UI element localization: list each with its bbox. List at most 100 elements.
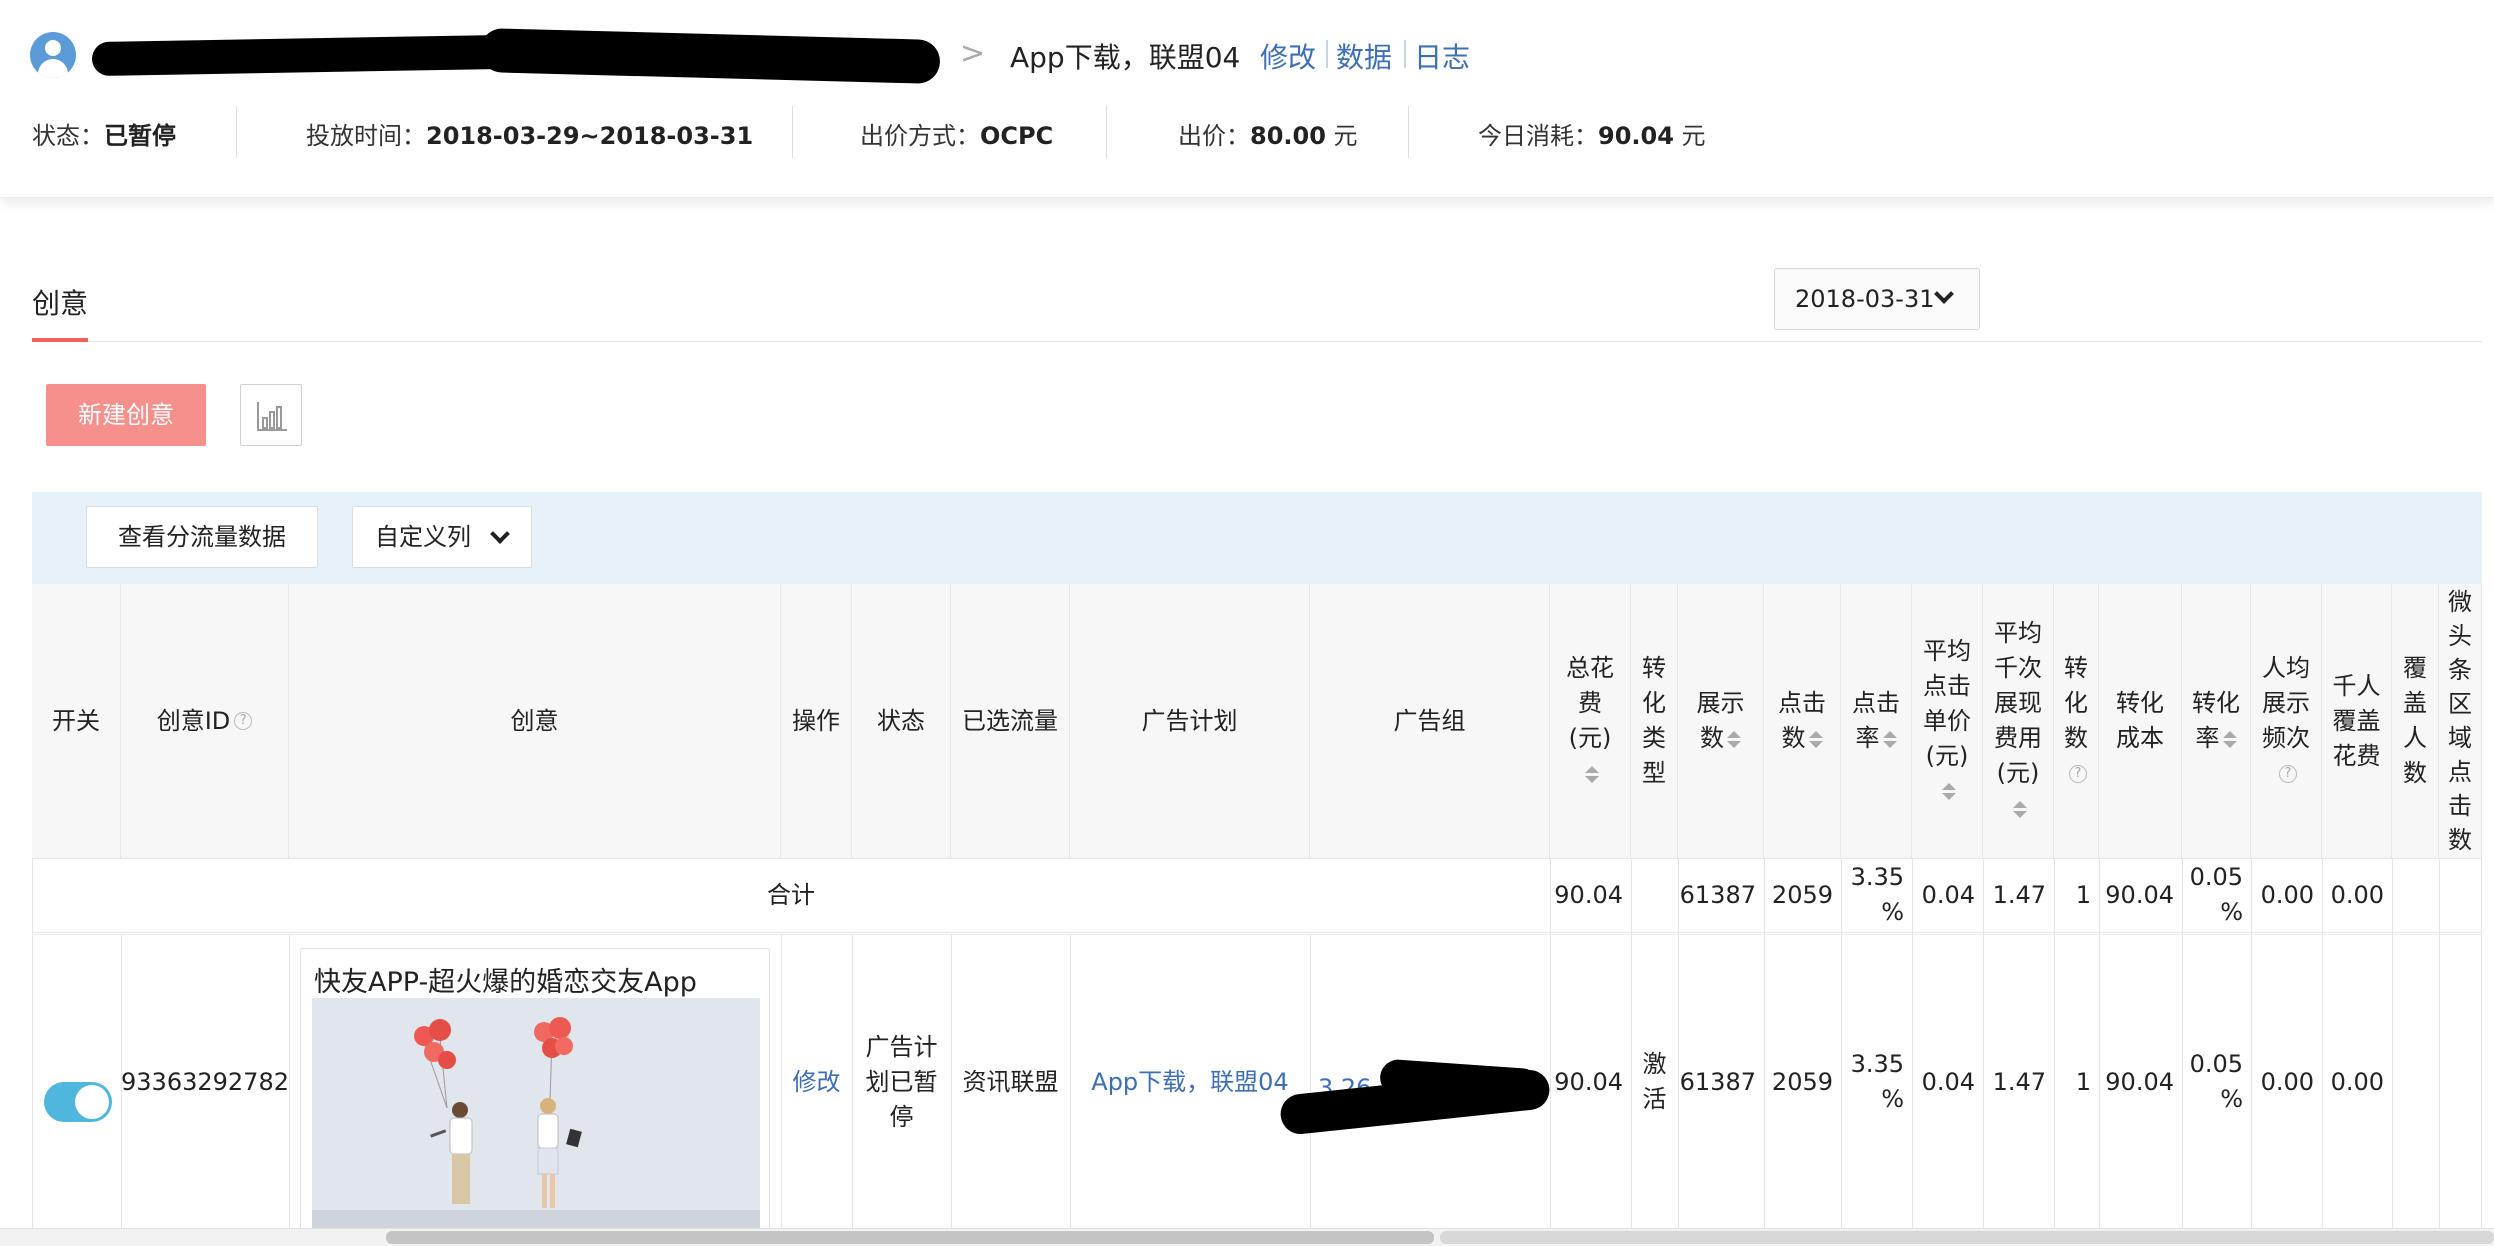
creative-image-art [312,998,760,1228]
col-plan: 广告计划 [1070,584,1310,858]
tab-creative[interactable]: 创意 [32,282,88,322]
bid-info: 出价：80.00 元 [1178,122,1358,150]
breadcrumb-separator: > [960,36,986,71]
sort-icon[interactable] [1941,783,1956,800]
sort-icon[interactable] [2222,730,2237,748]
creative-switch-toggle[interactable] [44,1082,112,1122]
selected-traffic: 资讯联盟 [962,1067,1059,1096]
sort-icon[interactable] [2012,800,2027,818]
col-clicks[interactable]: 点击数 [1764,584,1841,858]
data-link[interactable]: 数据 [1336,36,1392,76]
bid-mode-info: 出价方式：OCPC [860,122,1054,150]
row-ctr: 3.35% [1850,1050,1904,1113]
col-operation: 操作 [781,584,852,858]
total-impressions: 61387 [1679,880,1756,909]
chart-button[interactable] [240,384,302,446]
today-cost-info: 今日消耗：90.04 元 [1478,122,1706,150]
total-cost: 90.04 [1554,880,1623,909]
bar-chart-icon [257,402,287,431]
col-avg-cpc[interactable]: 平均 点击 单价 (元) [1912,584,1983,858]
col-status: 状态 [852,584,951,858]
user-avatar-icon[interactable] [30,32,76,78]
col-reach: 覆盖人数 [2392,584,2439,858]
row-impressions: 61387 [1679,1067,1756,1096]
col-cost-per-thousand-reach: 千人 覆盖 花费 [2322,584,2392,858]
chevron-down-icon [490,524,510,544]
help-icon[interactable]: ? [2069,765,2087,783]
col-divider [1310,934,1311,1230]
link-divider [1326,40,1328,68]
date-picker[interactable]: 2018-03-31 [1774,268,1980,330]
row-cost: 90.04 [1554,1067,1623,1096]
creative-title: 快友APP-超火爆的婚恋交友App [314,967,697,998]
total-cpc: 0.04 [1921,880,1975,909]
help-icon[interactable]: ? [234,712,253,730]
col-conversion-type: 转化类型 [1631,584,1678,858]
edit-link[interactable]: 修改 [1260,36,1316,76]
tab-active-indicator [32,338,88,342]
log-link[interactable]: 日志 [1414,36,1470,76]
sort-icon[interactable] [1808,730,1823,748]
col-group: 广告组 [1310,584,1550,858]
total-clicks: 2059 [1771,880,1833,909]
creative-status: 广告计 划已暂停 [865,1032,938,1131]
divider [792,106,793,158]
creative-image [312,998,760,1228]
status-info: 状态：已暂停 [32,122,176,150]
date-value: 2018-03-31 [1795,285,1935,313]
row-conversion-rate: 0.05% [2189,1050,2243,1113]
plan-name: App下载，联盟04 [1010,41,1241,74]
total-conversion-rate: 0.05% [2189,863,2243,926]
row-conversions: 1 [2075,1067,2091,1096]
row-cpc: 0.04 [1921,1067,1975,1096]
custom-columns-label: 自定义列 [375,523,471,551]
col-frequency: 人均 展示 频次? [2251,584,2322,858]
custom-columns-dropdown[interactable]: 自定义列 [352,506,532,568]
sort-icon[interactable] [1727,730,1741,748]
tab-rule [32,341,2482,342]
total-conversion-cost: 90.04 [2105,880,2174,909]
creative-id: 93363292782 [121,1067,289,1096]
col-ctr[interactable]: 点击率 [1841,584,1912,858]
total-cost-per-thousand-reach: 0.00 [2330,880,2384,909]
col-conversion-rate[interactable]: 转化率 [2182,584,2251,858]
total-cpm: 1.47 [1992,880,2046,909]
divider [236,106,237,158]
col-weitoutiao-clicks: 微头条区域点击数 [2439,584,2482,858]
scrollbar-thumb[interactable] [386,1231,1434,1244]
col-divider [289,934,290,1230]
col-traffic: 已选流量 [951,584,1070,858]
campaign-header [0,0,2494,198]
total-frequency: 0.00 [2260,880,2314,909]
row-cost-per-thousand-reach: 0.00 [2330,1067,2384,1096]
col-conversions: 转化数? [2054,584,2099,858]
row-clicks: 2059 [1771,1067,1833,1096]
col-creative: 创意 [289,584,781,858]
col-conversion-cost: 转化 成本 [2099,584,2182,858]
total-ctr: 3.35% [1850,863,1904,926]
col-avg-cpm[interactable]: 平均 千次 展现 费用 (元) [1983,584,2054,858]
ad-plan-link[interactable]: App下载，联盟04 [1070,934,1310,1230]
col-creative-id: 创意ID? [121,584,289,858]
col-total-cost[interactable]: 总花费 (元) [1550,584,1631,858]
row-conversion-type: 激活 [1642,1050,1667,1113]
row-frequency: 0.00 [2260,1067,2314,1096]
new-creative-button[interactable]: 新建创意 [46,384,206,446]
col-divider [2439,858,2440,1230]
col-switch: 开关 [32,584,121,858]
row-conversion-cost: 90.04 [2105,1067,2174,1096]
link-divider [1404,40,1406,68]
help-icon[interactable]: ? [2279,765,2297,783]
sort-icon[interactable] [1882,730,1897,748]
edit-creative-link[interactable]: 修改 [781,934,852,1230]
view-traffic-data-button[interactable]: 查看分流量数据 [86,506,318,568]
col-impressions[interactable]: 展示数 [1678,584,1764,858]
scrollbar-track-segment [1440,1231,2494,1244]
sort-icon[interactable] [1584,765,1599,783]
row-cpm: 1.47 [1992,1067,2046,1096]
divider [1106,106,1107,158]
col-divider [2392,858,2393,1230]
chevron-down-icon [1934,284,1954,304]
total-conversions: 1 [2075,880,2091,909]
schedule-info: 投放时间：2018-03-29~2018-03-31 [306,122,754,150]
